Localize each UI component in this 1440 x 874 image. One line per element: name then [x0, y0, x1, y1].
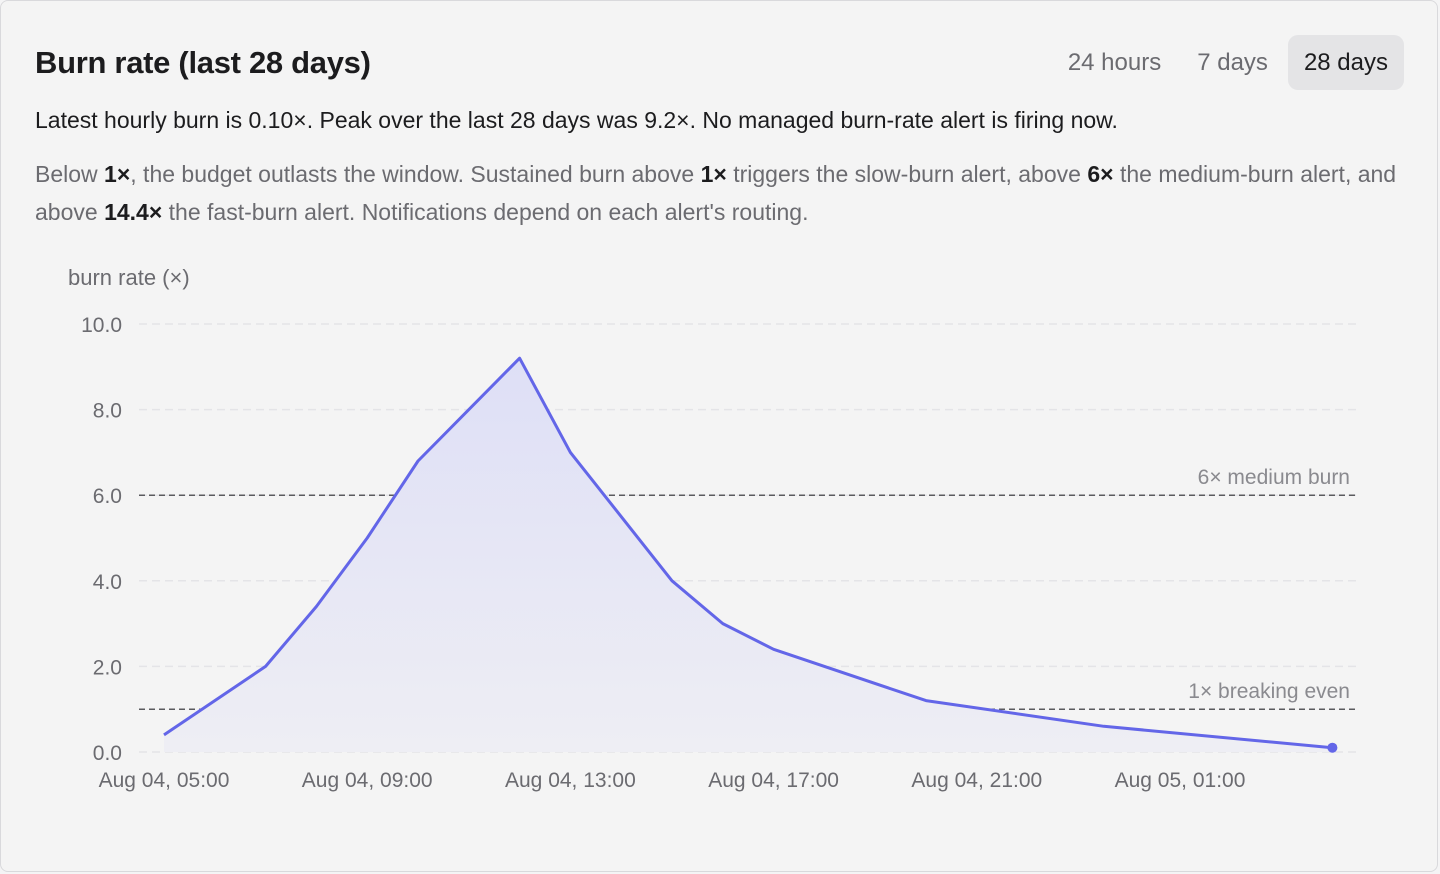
y-tick-label: 0.0 [93, 742, 122, 765]
y-tick-label: 6.0 [93, 485, 122, 508]
x-tick-label: Aug 05, 01:00 [1115, 769, 1246, 792]
explain-text-5: the fast-burn alert. Notifications depen… [162, 199, 809, 225]
y-tick-label: 8.0 [93, 400, 122, 423]
x-tick-label: Aug 04, 05:00 [99, 769, 230, 792]
reference-line-label: 6× medium burn [1198, 466, 1350, 489]
burn-rate-card: Burn rate (last 28 days) 24 hours 7 days… [0, 0, 1438, 872]
burn-area-fill [164, 358, 1333, 752]
explain-threshold-medium: 6× [1087, 161, 1114, 187]
x-tick-label: Aug 04, 09:00 [302, 769, 433, 792]
burn-summary: Latest hourly burn is 0.10×. Peak over t… [35, 107, 1118, 133]
burn-explanation: Below 1×, the budget outlasts the window… [35, 155, 1405, 231]
card-title: Burn rate (last 28 days) [35, 45, 371, 80]
range-tab-28-days[interactable]: 28 days [1287, 35, 1404, 90]
reference-line-label: 1× breaking even [1188, 680, 1350, 703]
burn-rate-chart: burn rate (×) 0.0 2.0 4.0 6.0 8.0 10.0 6× med… [68, 265, 1359, 792]
explain-text-2: , the budget outlasts the window. Sustai… [130, 161, 701, 187]
range-tab-24-hours[interactable]: 24 hours [1052, 35, 1177, 90]
y-axis-label: burn rate (×) [68, 265, 190, 290]
x-tick-label: Aug 04, 17:00 [708, 769, 839, 792]
y-tick-label: 10.0 [81, 314, 122, 337]
x-tick-label: Aug 04, 13:00 [505, 769, 636, 792]
range-tab-7-days[interactable]: 7 days [1181, 35, 1284, 90]
explain-threshold-1x: 1× [104, 161, 131, 187]
range-selector: 24 hours 7 days 28 days [1052, 35, 1404, 90]
explain-threshold-slow: 1× [700, 161, 727, 187]
explain-text-1: Below [35, 161, 105, 187]
explain-text-3: triggers the slow-burn alert, above [726, 161, 1088, 187]
explain-threshold-fast: 14.4× [104, 199, 163, 225]
x-tick-label: Aug 04, 21:00 [911, 769, 1042, 792]
y-tick-label: 2.0 [93, 656, 122, 679]
latest-point [1327, 742, 1338, 753]
y-tick-label: 4.0 [93, 571, 122, 594]
